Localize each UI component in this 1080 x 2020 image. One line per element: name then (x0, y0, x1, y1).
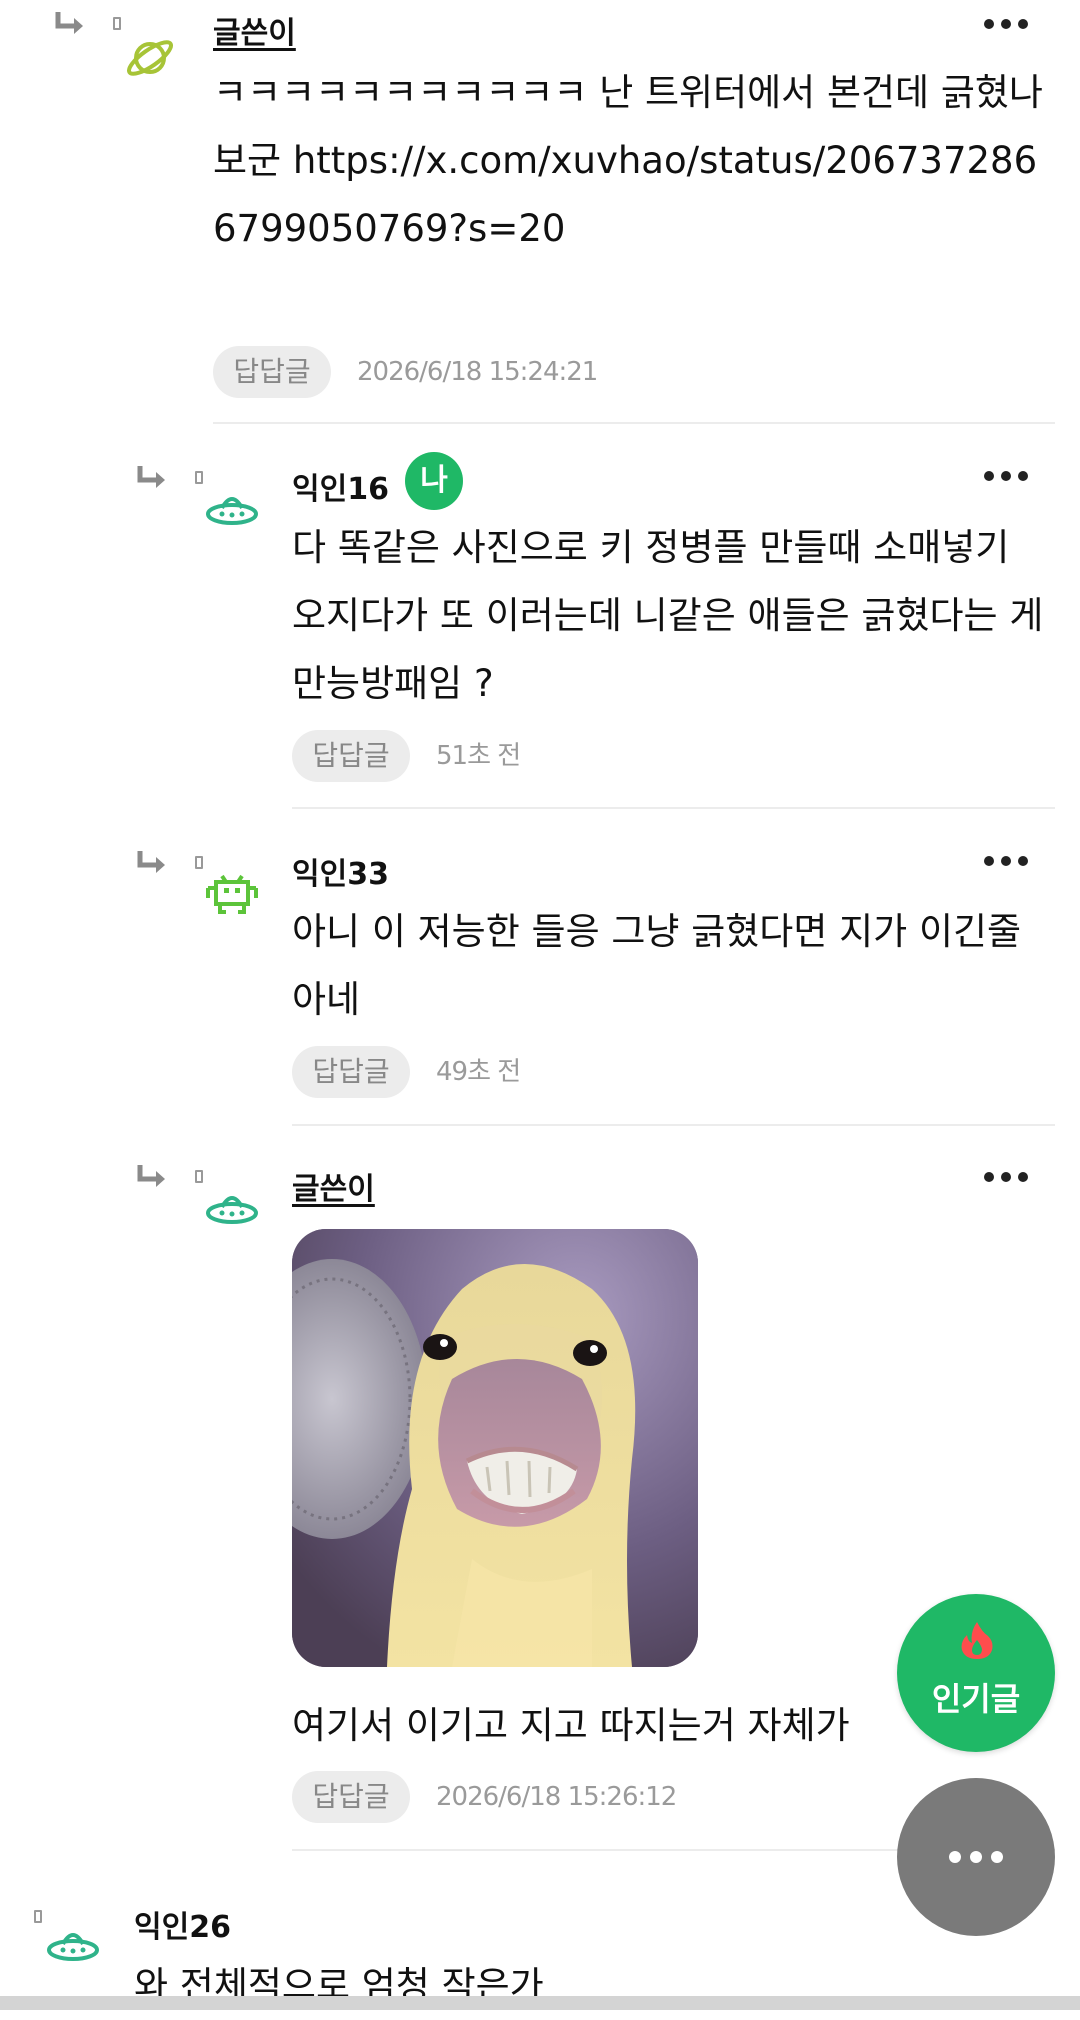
comment-author[interactable]: 글쓴이 (292, 1164, 375, 1208)
divider (292, 807, 1055, 809)
comment-timestamp: 51초 전 (436, 741, 521, 771)
reply-arrow-icon (134, 849, 168, 879)
reply-button[interactable]: 답답글 (292, 1046, 410, 1098)
reply-arrow-icon (52, 10, 86, 40)
duckling-photo-illustration (292, 1229, 698, 1667)
reply-button[interactable]: 답답글 (292, 730, 410, 782)
flame-icon (961, 1622, 993, 1659)
bottom-edge (0, 1996, 1080, 2010)
ufo-icon (204, 1183, 260, 1239)
reply-arrow-icon (134, 1163, 168, 1193)
more-options-button[interactable] (984, 849, 1028, 873)
divider (292, 1124, 1055, 1126)
comment-text: 아니 이 저능한 들응 그냥 긁혔다면 지가 이긴줄 아네 (292, 910, 1022, 1021)
ufo-icon (45, 1920, 101, 1976)
comment-author[interactable]: 익인33 (292, 849, 389, 893)
pin-icon (195, 1170, 203, 1183)
comment-timestamp: 2026/6/18 15:24:21 (357, 357, 598, 387)
comment-author[interactable]: 글쓴이 (213, 8, 296, 52)
more-dots-icon[interactable] (897, 1778, 1055, 1936)
reply-button[interactable]: 답답글 (213, 346, 331, 398)
pin-icon (195, 856, 203, 869)
ufo-icon (204, 484, 260, 540)
comment-timestamp: 49초 전 (436, 1057, 521, 1087)
reply-arrow-icon (134, 464, 168, 494)
popular-posts-button[interactable]: 인기글 (897, 1594, 1055, 1752)
comment-timestamp: 2026/6/18 15:26:12 (436, 1782, 677, 1812)
more-options-button[interactable] (984, 1165, 1028, 1189)
space-invader-icon (204, 866, 260, 922)
more-options-button[interactable] (984, 12, 1028, 36)
popular-posts-label: 인기글 (931, 1680, 1021, 1718)
comment-text: 다 똑같은 사진으로 키 정병플 만들때 소매넣기 오지다가 또 이러는데 니같… (292, 526, 1044, 705)
attached-photo[interactable] (292, 1229, 698, 1667)
pin-icon (195, 471, 203, 484)
comment-author[interactable]: 익인16 (292, 464, 389, 508)
divider (213, 422, 1055, 424)
comment-text: 여기서 이기고 지고 따지는거 자체가 (292, 1704, 850, 1747)
me-badge: 나 (405, 452, 463, 510)
pin-icon (113, 17, 121, 30)
comment-text: ㅋㅋㅋㅋㅋㅋㅋㅋㅋㅋㅋ 난 트위터에서 본건데 긁혔나 보군 https://x… (213, 71, 1043, 250)
reply-button[interactable]: 답답글 (292, 1771, 410, 1823)
pin-icon (34, 1910, 42, 1923)
planet-icon (122, 30, 178, 86)
comment-author[interactable]: 익인26 (134, 1902, 231, 1946)
more-options-button[interactable] (984, 464, 1028, 488)
